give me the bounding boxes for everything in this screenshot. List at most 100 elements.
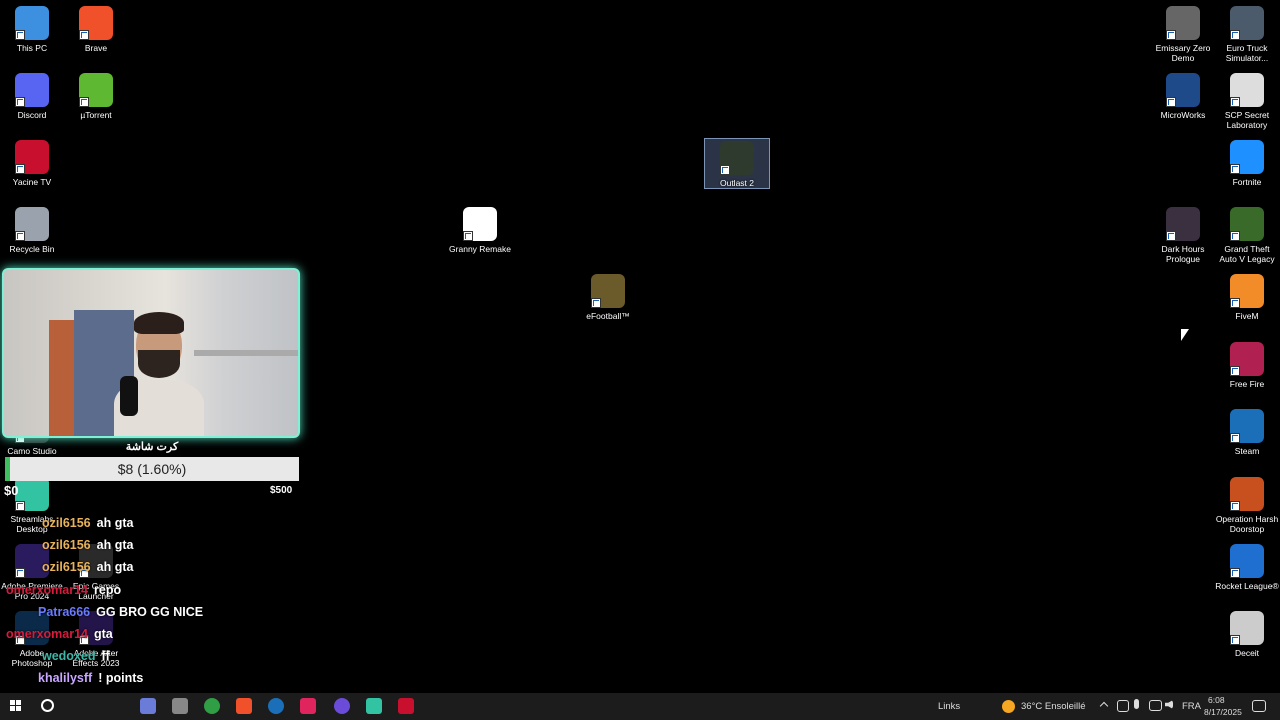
chat-username: wedoxed [42, 649, 96, 664]
steam-icon [1230, 409, 1264, 443]
search-icon[interactable] [41, 699, 54, 712]
tray-app-icon[interactable] [1117, 700, 1129, 712]
chat-text: repo [94, 582, 122, 597]
weather-text[interactable]: 36°C Ensoleillé [1021, 701, 1086, 712]
desktop-icon-recycle-bin[interactable]: Recycle Bin [0, 205, 64, 254]
euro-truck-icon [1230, 6, 1264, 40]
desktop-icon-ohd[interactable]: Operation Harsh Doorstop [1215, 475, 1279, 534]
desktop-icon-gta[interactable]: Grand Theft Auto V Legacy [1215, 205, 1279, 264]
desktop-icon-label: Deceit [1234, 648, 1260, 658]
streamlabs-icon [15, 477, 49, 511]
taskbar-app-2-icon[interactable] [172, 698, 188, 714]
chat-username: khalilysff [38, 671, 93, 686]
chat-text: ! points [98, 671, 144, 686]
desktop-icon-free-fire[interactable]: Free Fire [1215, 340, 1279, 389]
chat-username: omerxomar14 [6, 627, 88, 641]
chat-text: ff [101, 649, 110, 664]
desktop-icon-label: Operation Harsh Doorstop [1215, 514, 1279, 534]
taskbar: Links 36°C Ensoleillé FRA 6:08 8/17/2025 [0, 693, 1280, 720]
shortcut-arrow-icon [15, 501, 25, 511]
scp-icon [1230, 73, 1264, 107]
desktop-icon-label: This PC [16, 43, 48, 53]
shortcut-arrow-icon [1230, 231, 1240, 241]
desktop-icon-microworks[interactable]: MicroWorks [1151, 71, 1215, 120]
shortcut-arrow-icon [720, 165, 730, 175]
yacine-tv-icon [15, 140, 49, 174]
desktop-icon-dark-hours[interactable]: Dark Hours Prologue [1151, 205, 1215, 264]
shortcut-arrow-icon [15, 164, 25, 174]
microphone-tray-icon[interactable] [1134, 699, 1139, 709]
shortcut-arrow-icon [79, 30, 89, 40]
desktop-icon-emissary[interactable]: Emissary Zero Demo [1151, 4, 1215, 63]
desktop-icon-computer[interactable]: This PC [0, 4, 64, 53]
shortcut-arrow-icon [1230, 635, 1240, 645]
shortcut-arrow-icon [591, 298, 601, 308]
brave-icon [79, 6, 113, 40]
volume-icon[interactable] [1165, 700, 1173, 709]
desktop-icon-unreal[interactable]: Granny Remake [448, 205, 512, 254]
clock-date[interactable]: 8/17/2025 [1204, 707, 1242, 717]
shortcut-arrow-icon [1166, 231, 1176, 241]
desktop-icon-label: Yacine TV [12, 177, 52, 187]
network-icon[interactable] [1149, 700, 1162, 711]
desktop-icon-label: Rocket League® [1215, 581, 1279, 591]
chat-text: gta [94, 627, 113, 641]
desktop-icon-label: Granny Remake [449, 244, 511, 254]
donation-goal-text: $8 (1.60%) [117, 461, 187, 477]
steam-taskbar-icon[interactable] [268, 698, 284, 714]
chrome-icon[interactable] [204, 698, 220, 714]
desktop-icon-fortnite[interactable]: Fortnite [1215, 138, 1279, 187]
streamlabs-taskbar-icon[interactable] [366, 698, 382, 714]
recycle-bin-icon [15, 207, 49, 241]
desktop-icon-discord[interactable]: Discord [0, 71, 64, 120]
unreal-icon [463, 207, 497, 241]
shortcut-arrow-icon [1166, 97, 1176, 107]
taskbar-app-4-icon[interactable] [398, 698, 414, 714]
chevron-up-icon[interactable] [1099, 701, 1109, 711]
desktop-icon-outlast[interactable]: Outlast 2 [704, 138, 770, 189]
shortcut-arrow-icon [1230, 568, 1240, 578]
discord-icon [15, 73, 49, 107]
mouse-cursor-icon [1181, 329, 1189, 341]
shortcut-arrow-icon [1230, 30, 1240, 40]
desktop-icon-label: Dark Hours Prologue [1161, 244, 1205, 264]
shortcut-arrow-icon [1230, 97, 1240, 107]
chat-username: omerxomar14 [6, 582, 88, 597]
desktop-icon-label: Euro Truck Simulator... [1225, 43, 1269, 63]
desktop-icon-label: Fortnite [1232, 177, 1262, 187]
shortcut-arrow-icon [1166, 30, 1176, 40]
chat-message: khalilysff ! points [38, 671, 143, 685]
utorrent-icon [79, 73, 113, 107]
clock-time[interactable]: 6:08 [1208, 695, 1225, 705]
desktop-icon-deceit[interactable]: Deceit [1215, 609, 1279, 658]
desktop-icon-fivem[interactable]: FiveM [1215, 272, 1279, 321]
microphone-icon [120, 376, 138, 416]
desktop-icon-label: Brave [84, 43, 108, 53]
brave-taskbar-icon[interactable] [236, 698, 252, 714]
desktop-icon-efootball[interactable]: eFootball™ [576, 272, 640, 321]
desktop-icon-yacine-tv[interactable]: Yacine TV [0, 138, 64, 187]
desktop-icon-brave[interactable]: Brave [64, 4, 128, 53]
fivem-icon [1230, 274, 1264, 308]
taskbar-app-1-icon[interactable] [140, 698, 156, 714]
gta-icon [1230, 207, 1264, 241]
shortcut-arrow-icon [1230, 298, 1240, 308]
links-toolbar[interactable]: Links [938, 701, 960, 712]
chat-username: Patra666 [38, 604, 91, 619]
start-button[interactable] [10, 700, 22, 712]
tiktok-icon[interactable] [300, 698, 316, 714]
desktop-icon-label: Recycle Bin [9, 244, 55, 254]
desktop-icon-label: MicroWorks [1160, 110, 1206, 120]
outlast-icon [720, 141, 754, 175]
taskbar-app-3-icon[interactable] [334, 698, 350, 714]
desktop-icon-euro-truck[interactable]: Euro Truck Simulator... [1215, 4, 1279, 63]
desktop-icon-label: Camo Studio [7, 446, 57, 456]
desktop-icon-utorrent[interactable]: µTorrent [64, 71, 128, 120]
notifications-icon[interactable] [1252, 700, 1266, 712]
language-indicator[interactable]: FRA [1182, 701, 1201, 712]
desktop-icon-rocket-league[interactable]: Rocket League® [1215, 542, 1279, 591]
desktop-icon-scp[interactable]: SCP Secret Laboratory [1215, 71, 1279, 130]
free-fire-icon [1230, 342, 1264, 376]
chat-message: omerxomar14 gta [6, 627, 113, 641]
desktop-icon-steam[interactable]: Steam [1215, 407, 1279, 456]
